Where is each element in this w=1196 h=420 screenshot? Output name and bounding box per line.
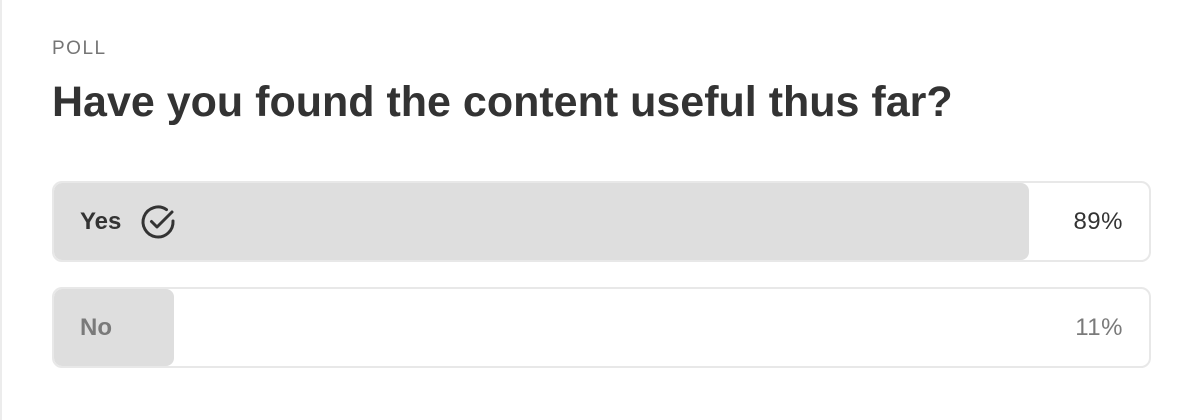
poll-option-fill (54, 289, 175, 366)
poll-label: POLL (52, 38, 107, 59)
check-circle-icon (139, 203, 177, 241)
poll-option-no[interactable]: No 11% (52, 287, 1151, 368)
poll-option-percent: 11% (1075, 313, 1123, 341)
poll-option-percent: 89% (1073, 207, 1123, 235)
poll-option-fill (54, 183, 1029, 260)
poll-option-label: Yes (80, 207, 122, 235)
poll-card: POLL Have you found the content useful t… (0, 0, 1196, 420)
poll-option-yes[interactable]: Yes 89% (52, 181, 1151, 262)
poll-option-label: No (80, 313, 112, 341)
poll-question: Have you found the content useful thus f… (52, 78, 953, 126)
